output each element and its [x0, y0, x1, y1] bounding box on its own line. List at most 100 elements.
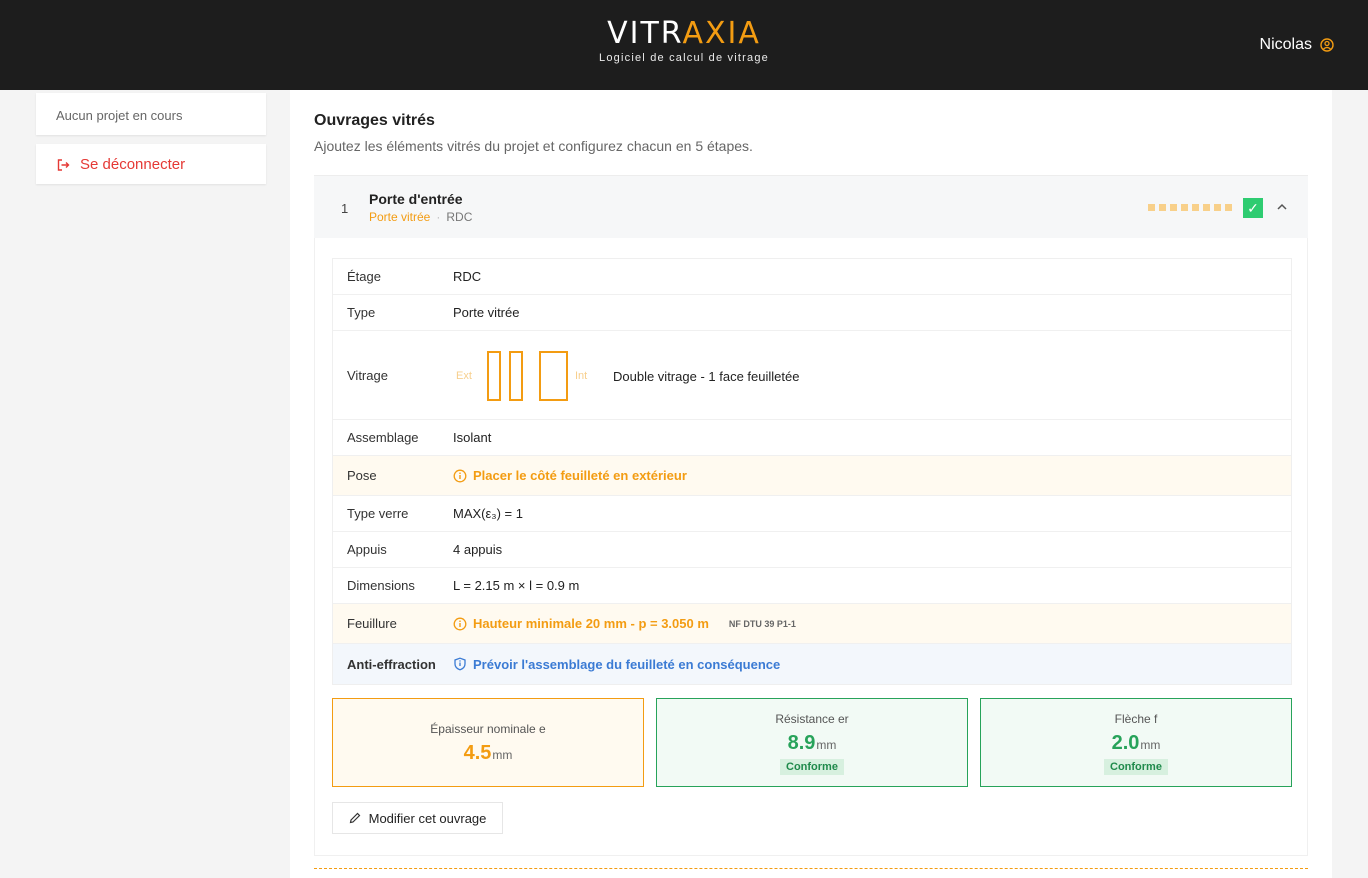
step-dot	[1225, 204, 1232, 211]
fleche-unit: mm	[1140, 738, 1161, 752]
ouvrage-meta: Porte vitrée · RDC	[369, 210, 472, 224]
glazing-diagram: Ext Int	[453, 341, 603, 411]
detail-row-dimensions: Dimensions L = 2.15 m × l = 0.9 m	[333, 568, 1291, 604]
ouvrage-etage: RDC	[446, 210, 473, 224]
fleche-value-wrap: 2.0mm	[981, 732, 1291, 755]
user-circle-icon	[1320, 38, 1334, 52]
ouvrage-header[interactable]: 1 Porte d'entrée Porte vitrée · RDC ✓	[314, 175, 1308, 238]
pose-value-wrap: Placer le côté feuilleté en extérieur	[453, 468, 687, 483]
vitrage-value: Double vitrage - 1 face feuilletée	[613, 369, 800, 384]
resistance-card: Résistance er 8.9mm Conforme	[656, 698, 968, 787]
vitrage-label: Vitrage	[347, 367, 388, 383]
glass-pane	[509, 351, 523, 401]
ouvrage-number: 1	[341, 201, 349, 216]
step-dot	[1148, 204, 1155, 211]
step-dot	[1203, 204, 1210, 211]
page-subtitle: Ajoutez les éléments vitrés du projet et…	[314, 138, 753, 154]
logo-tagline: Logiciel de calcul de vitrage	[599, 52, 769, 64]
feuillure-label: Feuillure	[347, 616, 397, 631]
assemblage-label: Assemblage	[347, 430, 419, 445]
pose-label: Pose	[347, 468, 377, 483]
etage-value: RDC	[453, 269, 482, 284]
project-status-text: Aucun projet en cours	[56, 108, 183, 123]
type-verre-label: Type verre	[347, 506, 409, 521]
feuillure-value: Hauteur minimale 20 mm - p = 3.050 m	[473, 616, 709, 631]
fleche-card: Flèche f 2.0mm Conforme	[980, 698, 1292, 787]
logo-part-white: VITR	[607, 16, 683, 51]
type-value: Porte vitrée	[453, 305, 520, 320]
detail-row-etage: Étage RDC	[333, 259, 1291, 295]
ouvrage-name: Porte d'entrée	[369, 191, 463, 207]
epaisseur-value: 4.5	[463, 742, 492, 764]
resistance-value: 8.9	[787, 732, 816, 754]
checkmark-icon: ✓	[1243, 198, 1263, 218]
epaisseur-unit: mm	[492, 748, 513, 762]
chevron-up-icon[interactable]	[1276, 201, 1288, 213]
logout-icon	[57, 159, 70, 171]
edit-ouvrage-label: Modifier cet ouvrage	[368, 810, 487, 826]
current-project-card: Aucun projet en cours	[36, 93, 266, 135]
details-table: Étage RDC Type Porte vitrée Vitrage Ext …	[332, 258, 1292, 685]
type-label: Type	[347, 305, 376, 320]
fleche-label: Flèche f	[1114, 712, 1158, 726]
dimensions-label: Dimensions	[347, 578, 415, 593]
step-dot	[1192, 204, 1199, 211]
appuis-label: Appuis	[347, 542, 387, 557]
main-panel: Ouvrages vitrés Ajoutez les éléments vit…	[290, 90, 1332, 878]
detail-row-feuillure: Feuillure Hauteur minimale 20 mm - p = 3…	[333, 604, 1291, 644]
detail-row-appuis: Appuis 4 appuis	[333, 532, 1291, 568]
shield-icon	[454, 657, 466, 671]
epaisseur-card: Épaisseur nominale e 4.5mm	[332, 698, 644, 787]
step-dot	[1181, 204, 1188, 211]
step-dot	[1214, 204, 1221, 211]
anti-effraction-value-wrap: Prévoir l'assemblage du feuilleté en con…	[453, 657, 780, 672]
dimensions-value: L = 2.15 m × l = 0.9 m	[453, 578, 580, 593]
meta-separator: ·	[436, 210, 441, 224]
page-title: Ouvrages vitrés	[314, 112, 435, 129]
resistance-value-wrap: 8.9mm	[657, 732, 967, 755]
assemblage-value: Isolant	[453, 430, 492, 445]
detail-row-pose: Pose Placer le côté feuilleté en extérie…	[333, 456, 1291, 496]
logout-button[interactable]: Se déconnecter	[36, 144, 266, 184]
laminated-glass-pane	[539, 351, 568, 401]
pencil-icon	[349, 812, 360, 824]
step-progress	[1148, 204, 1232, 211]
status-badge: Conforme	[1104, 759, 1168, 775]
pose-value: Placer le côté feuilleté en extérieur	[473, 468, 687, 483]
edit-ouvrage-button[interactable]: Modifier cet ouvrage	[332, 802, 503, 834]
resistance-unit: mm	[816, 738, 837, 752]
detail-row-assemblage: Assemblage Isolant	[333, 420, 1291, 456]
user-name: Nicolas	[1259, 36, 1312, 53]
ouvrage-type: Porte vitrée	[369, 210, 431, 224]
epaisseur-label: Épaisseur nominale e	[430, 722, 546, 736]
anti-effraction-value: Prévoir l'assemblage du feuilleté en con…	[473, 656, 781, 672]
resistance-label: Résistance er	[775, 712, 849, 726]
add-ouvrage-dropzone[interactable]	[314, 868, 1308, 878]
ouvrage-details-panel: Étage RDC Type Porte vitrée Vitrage Ext …	[314, 238, 1308, 856]
step-dot	[1159, 204, 1166, 211]
norm-reference: NF DTU 39 P1-1	[728, 618, 796, 629]
app-logo: VITRAXIA Logiciel de calcul de vitrage	[0, 17, 1368, 65]
step-dot	[1170, 204, 1177, 211]
feuillure-value-wrap: Hauteur minimale 20 mm - p = 3.050 m NF …	[453, 616, 796, 631]
fleche-value: 2.0	[1111, 732, 1140, 754]
glazing-ext-label: Ext	[456, 370, 472, 382]
anti-effraction-label: Anti-effraction	[347, 656, 436, 672]
user-menu[interactable]: Nicolas	[1260, 36, 1334, 54]
type-verre-value: MAX(ε₃) = 1	[453, 506, 523, 521]
epaisseur-value-wrap: 4.5mm	[333, 742, 643, 765]
glazing-int-label: Int	[575, 370, 588, 382]
detail-row-vitrage: Vitrage Ext Int Double vitrage - 1 face …	[333, 331, 1291, 420]
status-badge: Conforme	[780, 759, 844, 775]
detail-row-anti-effraction: Anti-effraction Prévoir l'assemblage du …	[333, 644, 1291, 684]
detail-row-type: Type Porte vitrée	[333, 295, 1291, 331]
logout-label: Se déconnecter	[80, 156, 186, 173]
detail-row-type-verre: Type verre MAX(ε₃) = 1	[333, 496, 1291, 532]
top-header: VITRAXIA Logiciel de calcul de vitrage N…	[0, 0, 1368, 90]
warning-info-icon	[453, 617, 467, 630]
logo-part-orange: AXIA	[682, 16, 761, 51]
appuis-value: 4 appuis	[453, 542, 503, 557]
logo-wordmark: VITRAXIA	[0, 17, 1368, 51]
etage-label: Étage	[347, 269, 381, 284]
glass-pane	[487, 351, 501, 401]
